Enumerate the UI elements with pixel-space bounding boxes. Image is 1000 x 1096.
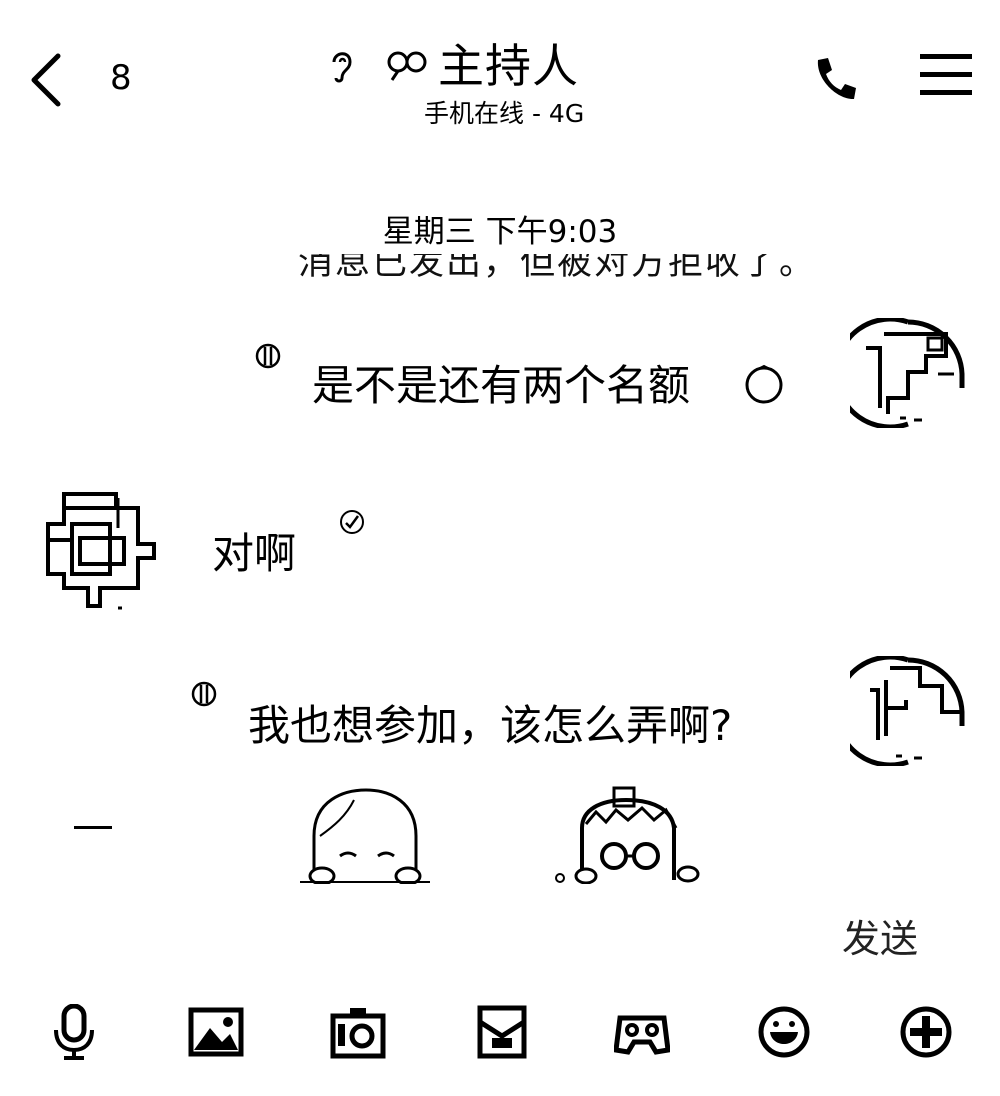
sticker-suggestion[interactable] — [300, 786, 430, 886]
hamburger-menu-icon — [920, 54, 972, 95]
camera-icon — [330, 1008, 386, 1059]
image-button[interactable] — [188, 1004, 244, 1060]
plus-icon — [900, 1006, 952, 1058]
message-bubble-text[interactable]: 是不是还有两个名额 — [312, 352, 690, 413]
read-status-icon — [338, 508, 366, 536]
avatar[interactable] — [833, 654, 966, 768]
link-icon — [386, 50, 430, 82]
phone-icon — [817, 58, 856, 100]
more-button[interactable] — [898, 1004, 954, 1060]
chevron-left-icon — [31, 53, 61, 107]
menu-button[interactable] — [920, 52, 972, 98]
avatar[interactable] — [44, 488, 164, 612]
image-icon — [188, 1007, 244, 1057]
red-packet-icon — [477, 1005, 527, 1059]
unread-count: 8 — [110, 58, 132, 98]
camera-button[interactable] — [330, 1004, 386, 1060]
online-status: 手机在线 - 4G — [424, 99, 585, 128]
emoji-icon — [758, 1006, 810, 1058]
send-button[interactable]: 发送 — [842, 908, 918, 963]
message-bubble-text[interactable]: 对啊 — [212, 520, 296, 581]
red-packet-button[interactable] — [474, 1004, 530, 1060]
read-status-icon — [190, 680, 218, 708]
gamepad-icon — [613, 1015, 671, 1055]
back-button[interactable] — [28, 52, 68, 108]
game-button[interactable] — [613, 1004, 671, 1060]
timestamp: 星期三 下午9:03 — [382, 214, 618, 250]
emoji-button[interactable] — [756, 1004, 812, 1060]
emoji-icon — [744, 364, 784, 404]
call-button[interactable] — [810, 54, 860, 104]
microphone-icon — [54, 1003, 94, 1060]
ear-icon — [328, 48, 356, 84]
read-status-icon — [254, 342, 282, 370]
message-bubble-text[interactable]: 我也想参加，该怎么弄啊? — [248, 692, 732, 753]
voice-button[interactable] — [46, 1003, 102, 1060]
sticker-suggestion[interactable] — [546, 784, 706, 885]
avatar[interactable] — [833, 316, 966, 430]
system-notice: 消息已发出，但被对方拒收了。 — [298, 254, 838, 292]
system-notice-text: 消息已发出，但被对方拒收了。 — [298, 254, 817, 283]
text-input-cursor[interactable] — [74, 826, 112, 829]
chat-title: 主持人 — [438, 39, 579, 93]
